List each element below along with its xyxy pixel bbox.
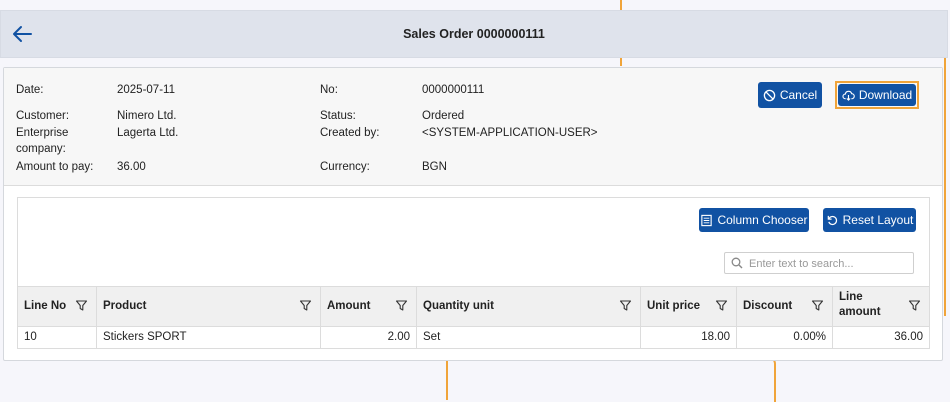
table-row[interactable]: 10 Stickers SPORT 2.00 Set 18.00 0.00% 3… bbox=[18, 326, 929, 348]
currency-label: Currency: bbox=[320, 161, 370, 173]
enterprise-value: Lagerta Ltd. bbox=[117, 127, 179, 139]
column-header-label: Line amount bbox=[839, 290, 881, 320]
search-box[interactable] bbox=[724, 252, 914, 274]
cell-quantity-unit: Set bbox=[417, 326, 641, 348]
amount-label: Amount to pay: bbox=[16, 161, 94, 173]
created-by-label: Created by: bbox=[320, 127, 380, 139]
date-value: 2025-07-11 bbox=[117, 84, 175, 96]
column-header-label: Amount bbox=[327, 300, 371, 312]
download-button[interactable]: Download bbox=[838, 84, 916, 106]
column-header-label: Quantity unit bbox=[423, 300, 494, 312]
column-header-label-line2: amount bbox=[839, 306, 881, 318]
search-icon bbox=[731, 257, 743, 269]
customer-value: Nimero Ltd. bbox=[117, 110, 177, 122]
date-label: Date: bbox=[16, 84, 44, 96]
column-header-line-amount[interactable]: Line amount bbox=[833, 287, 929, 326]
customer-label: Customer: bbox=[16, 110, 70, 122]
column-header-label-line1: Line bbox=[839, 291, 863, 303]
cloud-download-icon bbox=[842, 90, 855, 101]
cell-amount: 2.00 bbox=[321, 326, 417, 348]
column-header-discount[interactable]: Discount bbox=[737, 287, 833, 326]
page-title: Sales Order 0000000111 bbox=[403, 27, 545, 41]
column-chooser-button[interactable]: Column Chooser bbox=[699, 208, 809, 232]
filter-icon[interactable] bbox=[908, 299, 921, 312]
column-header-quantity-unit[interactable]: Quantity unit bbox=[417, 287, 641, 326]
cell-unit-price: 18.00 bbox=[641, 326, 737, 348]
column-header-label: Discount bbox=[743, 300, 793, 312]
connector-line bbox=[676, 356, 776, 402]
connector-line bbox=[446, 360, 448, 400]
search-input[interactable] bbox=[747, 255, 911, 273]
filter-icon[interactable] bbox=[619, 299, 632, 312]
column-header-amount[interactable]: Amount bbox=[321, 287, 417, 326]
reset-icon bbox=[827, 215, 837, 225]
order-card: Date: 2025-07-11 No: 0000000111 Customer… bbox=[3, 67, 943, 361]
cancel-icon bbox=[763, 89, 776, 101]
cancel-label: Cancel bbox=[779, 88, 818, 102]
cancel-button[interactable]: Cancel bbox=[758, 82, 822, 108]
column-header-product[interactable]: Product bbox=[97, 287, 321, 326]
reset-layout-label: Reset Layout bbox=[842, 213, 914, 227]
filter-icon[interactable] bbox=[715, 299, 728, 312]
column-header-label: Unit price bbox=[647, 300, 701, 312]
no-value: 0000000111 bbox=[422, 84, 485, 96]
download-focus-ring: Download bbox=[835, 81, 919, 109]
order-details: Date: 2025-07-11 No: 0000000111 Customer… bbox=[4, 68, 942, 186]
amount-value: 36.00 bbox=[117, 161, 146, 173]
cell-discount: 0.00% bbox=[737, 326, 833, 348]
status-value: Ordered bbox=[422, 110, 465, 122]
reset-layout-button[interactable]: Reset Layout bbox=[823, 208, 916, 232]
status-label: Status: bbox=[320, 110, 356, 122]
cell-line-amount: 36.00 bbox=[894, 331, 923, 343]
filter-icon[interactable] bbox=[811, 299, 824, 312]
currency-value: BGN bbox=[422, 161, 447, 173]
cell-product: Stickers SPORT bbox=[97, 326, 321, 348]
page-header: Sales Order 0000000111 bbox=[0, 10, 948, 58]
connector-line bbox=[944, 56, 946, 316]
download-label: Download bbox=[858, 88, 913, 102]
column-header-label: Line No bbox=[24, 300, 67, 312]
created-by-value: <SYSTEM-APPLICATION-USER> bbox=[422, 127, 598, 139]
column-header-label: Product bbox=[103, 300, 147, 312]
filter-icon[interactable] bbox=[395, 299, 408, 312]
column-chooser-icon bbox=[701, 214, 713, 226]
filter-icon[interactable] bbox=[75, 299, 88, 312]
no-label: No: bbox=[320, 84, 338, 96]
filter-icon[interactable] bbox=[299, 299, 312, 312]
column-header-unit-price[interactable]: Unit price bbox=[641, 287, 737, 326]
cell-line-no: 10 bbox=[18, 326, 97, 348]
enterprise-label-cont: company: bbox=[16, 143, 66, 155]
column-header-line-no[interactable]: Line No bbox=[18, 287, 97, 326]
column-chooser-label: Column Chooser bbox=[717, 213, 808, 227]
grid-header-row: Line No Product Amount Quantity unit Uni… bbox=[18, 286, 929, 327]
order-lines-grid: Column Chooser Reset Layout Line No Prod… bbox=[17, 197, 930, 349]
enterprise-label: Enterprise bbox=[16, 127, 69, 139]
